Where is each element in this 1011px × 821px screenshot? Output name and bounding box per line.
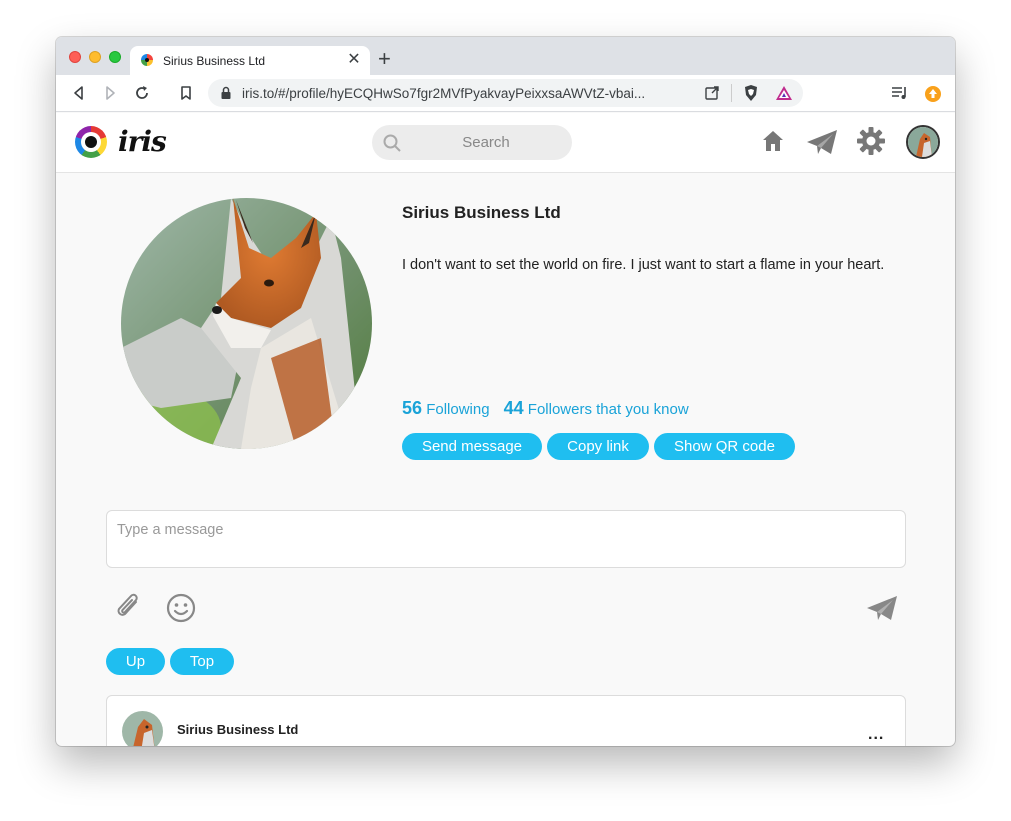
back-icon[interactable] (69, 83, 89, 103)
address-bar[interactable]: iris.to/#/profile/hyECQHwSo7fgr2MVfPyakv… (208, 79, 803, 107)
browser-window: Sirius Business Ltd ✕ + iris.to/#/profil… (56, 37, 955, 746)
browser-toolbar: iris.to/#/profile/hyECQHwSo7fgr2MVfPyakv… (56, 75, 955, 112)
iris-logo-icon[interactable] (75, 126, 107, 158)
profile-stats: 56 Following 44 Followers that you know (402, 398, 689, 419)
home-icon[interactable] (763, 130, 783, 157)
followers-count: 44 (503, 398, 524, 418)
post-author-name[interactable]: Sirius Business Ltd (177, 722, 298, 737)
tab-title: Sirius Business Ltd (163, 54, 266, 68)
lock-icon (220, 86, 232, 105)
brave-rewards-icon[interactable] (775, 85, 793, 106)
update-icon[interactable] (924, 85, 942, 108)
followers-label: Followers that you know (527, 401, 689, 418)
logo-text[interactable]: iris (118, 125, 167, 158)
send-message-button[interactable]: Send message (402, 433, 542, 460)
browser-tab[interactable]: Sirius Business Ltd ✕ (130, 46, 370, 75)
window-close-button[interactable] (69, 51, 81, 63)
show-qr-code-button[interactable]: Show QR code (654, 433, 795, 460)
post-card: Sirius Business Ltd ... (106, 695, 906, 746)
profile-bio: I don't want to set the world on fire. I… (402, 257, 885, 273)
tab-close-icon[interactable]: ✕ (346, 51, 362, 69)
paperclip-icon[interactable] (116, 592, 142, 627)
share-icon[interactable] (704, 85, 720, 106)
smiley-icon[interactable] (166, 593, 196, 628)
message-composer[interactable]: Type a message (106, 510, 906, 568)
window-maximize-button[interactable] (109, 51, 121, 63)
search-input[interactable] (412, 125, 560, 160)
profile-photo[interactable] (121, 198, 372, 449)
copy-link-button[interactable]: Copy link (547, 433, 649, 460)
omnibox-divider (731, 84, 732, 102)
bookmark-icon[interactable] (176, 83, 196, 103)
post-author-avatar[interactable] (122, 711, 163, 746)
following-link[interactable]: 56 Following (402, 398, 490, 418)
paper-plane-icon[interactable] (806, 129, 838, 160)
new-tab-button[interactable]: + (378, 48, 391, 70)
reload-icon[interactable] (132, 83, 152, 103)
playlist-icon[interactable] (891, 85, 909, 106)
top-button[interactable]: Top (170, 648, 234, 675)
user-avatar[interactable] (906, 125, 940, 159)
following-label: Following (426, 401, 490, 418)
window-minimize-button[interactable] (89, 51, 101, 63)
up-button[interactable]: Up (106, 648, 165, 675)
url-text: iris.to/#/profile/hyECQHwSo7fgr2MVfPyakv… (242, 86, 646, 101)
following-count: 56 (402, 398, 423, 418)
search-icon (383, 134, 401, 157)
followers-link[interactable]: 44 Followers that you know (503, 398, 689, 418)
send-icon[interactable] (866, 595, 898, 626)
app-header: iris (56, 113, 955, 173)
gear-icon[interactable] (857, 127, 885, 160)
forward-icon[interactable] (100, 83, 120, 103)
profile-name: Sirius Business Ltd (402, 203, 561, 222)
iris-favicon-icon (141, 54, 153, 66)
message-input-placeholder: Type a message (117, 522, 224, 538)
search-box[interactable] (372, 125, 572, 160)
brave-shield-icon[interactable] (742, 84, 760, 107)
post-more-options[interactable]: ... (868, 726, 884, 744)
tab-strip: Sirius Business Ltd ✕ + (56, 37, 955, 75)
